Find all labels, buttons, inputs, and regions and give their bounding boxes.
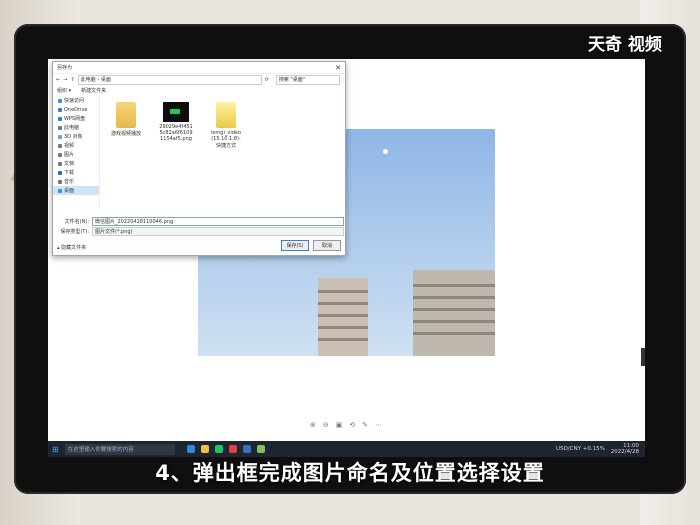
breadcrumb-item[interactable]: 此电脑 — [81, 76, 96, 83]
filename-row: 文件名(N): 微信图片_20220428110046.png — [55, 217, 344, 226]
back-icon[interactable]: ← — [56, 77, 60, 83]
taskbar-apps — [186, 445, 265, 453]
refresh-icon[interactable]: ⟳ — [265, 77, 269, 83]
address-bar: ← → ↑ 此电脑 › 桌面 ⟳ 搜索 "桌面" — [53, 74, 345, 85]
nav-item-documents[interactable]: 文档 — [53, 159, 99, 168]
file-list: 游戏视频播放 29029e4f4515c82a6f61091154af5.png… — [109, 102, 243, 149]
building — [413, 270, 495, 356]
screen: ⊕ ⊖ ▣ ⟲ ✎ ⋯ 另存为 ✕ ← → ↑ 此电脑 › 桌面 ⟳ 搜索 "桌… — [48, 59, 645, 457]
file-item[interactable]: 游戏视频播放 — [109, 102, 143, 149]
filename-input[interactable]: 微信图片_20220428110046.png — [92, 217, 344, 226]
nav-item-music[interactable]: 音乐 — [53, 177, 99, 186]
save-button[interactable]: 保存(S) — [281, 240, 309, 251]
new-folder-button[interactable]: 新建文件夹 — [81, 87, 106, 94]
file-item[interactable]: lemgi_video(15.10.1.8)-快捷方式 — [209, 102, 243, 149]
rotate-icon[interactable]: ⟲ — [349, 421, 355, 429]
caption: 4、弹出框完成图片命名及位置选择设置 — [155, 461, 545, 485]
nav-item-desktop[interactable]: 桌面 — [53, 186, 99, 195]
nav-item-3d[interactable]: 3D 对象 — [53, 132, 99, 141]
viewer-toolbar: ⊕ ⊖ ▣ ⟲ ✎ ⋯ — [310, 421, 382, 429]
command-bar: 组织 ▾ 新建文件夹 — [53, 85, 345, 95]
nav-item-downloads[interactable]: 下载 — [53, 168, 99, 177]
search-input[interactable]: 搜索 "桌面" — [275, 74, 340, 85]
windows-start-icon[interactable]: ⊞ — [52, 445, 59, 454]
nav-item-pictures[interactable]: 图片 — [53, 150, 99, 159]
organize-button[interactable]: 组织 ▾ — [57, 87, 71, 94]
edit-icon[interactable]: ✎ — [362, 421, 368, 429]
watermark-logo: 天奇 视频 — [588, 35, 662, 55]
app-icon[interactable] — [242, 445, 251, 453]
fit-icon[interactable]: ▣ — [336, 421, 343, 429]
taskbar-search-input[interactable]: 在这里输入你要搜索的内容 — [64, 443, 175, 455]
nav-item-onedrive[interactable]: OneDrive — [53, 105, 99, 114]
stock-widget[interactable]: USD/CNY +0.15% — [556, 446, 605, 452]
dialog-titlebar: 另存为 ✕ — [53, 62, 345, 74]
nav-item-video[interactable]: 视频 — [53, 141, 99, 150]
moon — [383, 149, 388, 154]
scrollbar-handle[interactable] — [641, 348, 645, 366]
shortcut-icon — [216, 102, 236, 128]
breadcrumb-item[interactable]: 桌面 — [101, 76, 111, 83]
dialog-title: 另存为 — [57, 65, 73, 71]
forward-icon[interactable]: → — [63, 77, 67, 83]
breadcrumb[interactable]: 此电脑 › 桌面 — [77, 74, 262, 85]
system-tray: USD/CNY +0.15% 11:00 2022/4/28 — [556, 443, 645, 455]
up-icon[interactable]: ↑ — [70, 77, 74, 83]
hide-folders-toggle[interactable]: ▴ 隐藏文件夹 — [57, 244, 86, 251]
image-file-icon — [163, 102, 189, 122]
nav-item-wps[interactable]: WPS网盘 — [53, 114, 99, 123]
app-icon[interactable] — [228, 445, 237, 453]
zoom-in-icon[interactable]: ⊕ — [310, 421, 316, 429]
explorer-icon[interactable] — [200, 445, 209, 453]
file-item[interactable]: 29029e4f4515c82a6f61091154af5.png — [159, 102, 193, 149]
edge-icon[interactable] — [186, 445, 195, 453]
close-icon[interactable]: ✕ — [331, 64, 345, 72]
clock[interactable]: 11:00 2022/4/28 — [611, 443, 639, 455]
more-icon[interactable]: ⋯ — [375, 421, 382, 429]
folder-icon — [116, 102, 136, 128]
nav-item-quick-access[interactable]: 快速访问 — [53, 96, 99, 105]
filetype-row: 保存类型(T): 图片文件(*.png) — [55, 227, 344, 236]
zoom-out-icon[interactable]: ⊖ — [323, 421, 329, 429]
cancel-button[interactable]: 取消 — [313, 240, 341, 251]
wechat-icon[interactable] — [214, 445, 223, 453]
app-icon[interactable] — [256, 445, 265, 453]
filetype-label: 保存类型(T): — [60, 229, 89, 235]
save-as-dialog: 另存为 ✕ ← → ↑ 此电脑 › 桌面 ⟳ 搜索 "桌面" 组织 ▾ 新建文件… — [52, 61, 346, 256]
filename-label: 文件名(N): — [64, 219, 89, 225]
nav-item-this-pc[interactable]: 此电脑 — [53, 123, 99, 132]
navigation-pane: 快速访问 OneDrive WPS网盘 此电脑 3D 对象 视频 图片 文档 下… — [53, 96, 100, 208]
taskbar: ⊞ 在这里输入你要搜索的内容 USD/CNY +0.15% 11:00 2022/… — [48, 441, 645, 457]
building — [318, 278, 368, 356]
filetype-select[interactable]: 图片文件(*.png) — [92, 227, 344, 236]
